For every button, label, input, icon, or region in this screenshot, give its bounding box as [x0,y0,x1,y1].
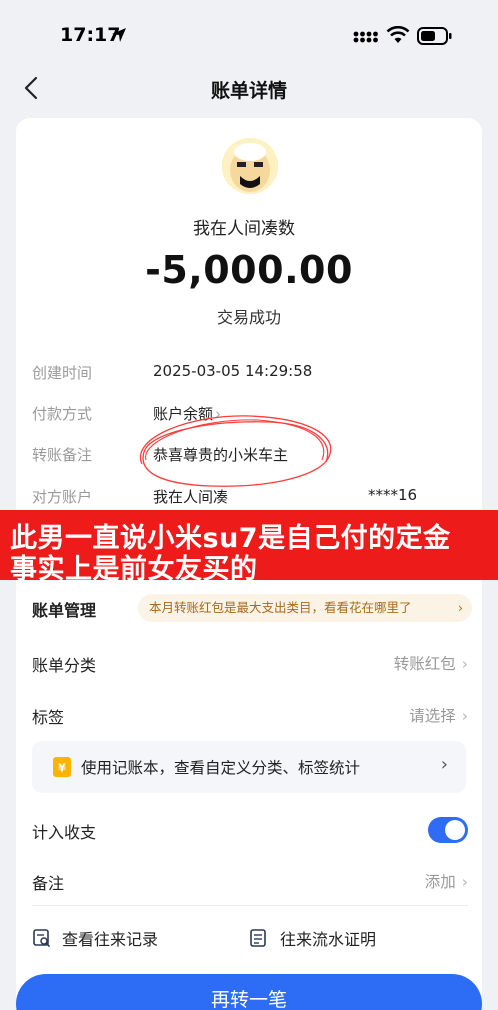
cartoon-face-icon [222,138,278,194]
created-time-value: 2025-03-05 14:29:58 [153,362,313,380]
wifi-icon [386,26,410,43]
banner-line-2: 事实上是前女友买的 [10,554,258,585]
transaction-amount: -5,000.00 [145,248,353,292]
status-bar: 17:17 [0,0,498,70]
tag-value: 请选择 [409,707,456,725]
transfer-again-button[interactable]: 再转一笔 [16,974,482,1010]
search-record-icon [33,929,51,948]
tag-label: 标签 [32,708,65,727]
counterparty-row: 对方账户 我在人间凑 ****16 [32,486,472,512]
battery-icon [417,27,452,45]
overlay-caption-banner: 此男一直说小米su7是自己付的定金 事实上是前女友买的 [0,510,498,585]
counterparty-account: ****16 [368,486,418,504]
toggle-knob [445,820,465,840]
ledger-promo-text: 使用记账本，查看自定义分类、标签统计 [81,759,361,777]
payment-method-label: 付款方式 [32,405,93,423]
note-row[interactable]: 备注 添加 › [32,870,468,896]
tag-row[interactable]: 标签 请选择 › [32,704,468,730]
counterparty-name: 我在人间凑 [153,488,229,506]
spending-tip-text: 本月转账红包是最大支出类目，看看花在哪里了 [149,600,412,615]
ledger-promo-banner[interactable]: ¥ 使用记账本，查看自定义分类、标签统计 › [32,741,466,793]
bill-category-row[interactable]: 账单分类 转账红包 › [32,652,468,678]
counterparty-label: 对方账户 [32,488,93,506]
payee-name: 我在人间凑数 [193,219,295,239]
created-time-label: 创建时间 [32,364,93,382]
page-title: 账单详情 [210,80,287,102]
income-expense-label: 计入收支 [32,823,97,842]
chevron-right-icon: › [440,754,448,775]
bill-category-value: 转账红包 [393,655,456,673]
divider [32,905,468,906]
ledger-book-icon: ¥ [53,757,71,777]
transfer-note-label: 转账备注 [32,446,93,464]
transaction-status: 交易成功 [216,308,281,327]
chevron-right-icon: › [461,873,468,891]
chevron-right-icon: › [461,707,468,725]
statement-doc-icon [250,929,266,947]
location-arrow-icon [112,28,126,42]
spending-tip-pill[interactable]: 本月转账红包是最大支出类目，看看花在哪里了 › [138,594,472,622]
note-label: 备注 [32,874,65,893]
cellular-signal-icon [353,31,378,43]
red-circle-annotation [139,415,332,487]
income-expense-row: 计入收支 [32,819,468,845]
statement-proof-link[interactable]: 往来流水证明 [280,926,376,950]
view-records-link[interactable]: 查看往来记录 [62,926,158,950]
chevron-right-icon: › [461,655,468,673]
created-time-row: 创建时间 2025-03-05 14:29:58 [32,362,472,388]
income-expense-toggle[interactable] [428,817,468,843]
nav-bar: 账单详情 [0,70,498,108]
svg-text:¥: ¥ [58,762,66,775]
bill-management-title: 账单管理 [32,601,97,620]
note-value: 添加 [424,873,456,891]
chevron-right-icon: › [458,600,463,615]
payee-avatar[interactable] [222,138,278,194]
bill-category-label: 账单分类 [32,656,97,675]
